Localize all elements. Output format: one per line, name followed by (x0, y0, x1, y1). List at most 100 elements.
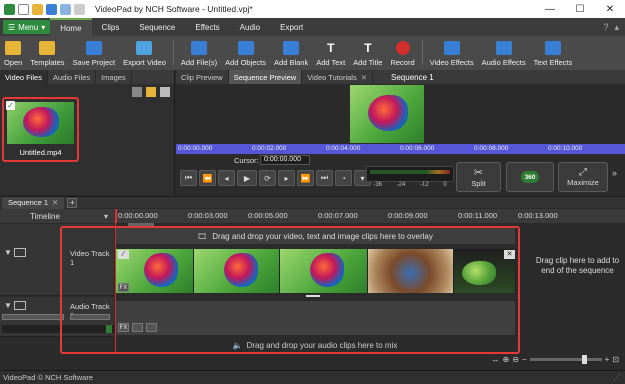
speaker-icon[interactable] (14, 301, 26, 310)
close-button[interactable]: ✕ (595, 0, 625, 18)
step-forward-button[interactable]: ⏩ (297, 170, 314, 186)
add-title-button[interactable]: T Add Title (349, 36, 386, 67)
badge-360-icon: 360 (521, 171, 539, 183)
close-tab-icon[interactable]: ✕ (52, 198, 58, 207)
save-project-button[interactable]: Save Project (69, 36, 120, 67)
redo-icon[interactable] (74, 3, 85, 15)
collapse-track-icon[interactable]: ▼ (4, 301, 12, 310)
playback-speed-button[interactable]: ◔ (335, 170, 352, 186)
fit-icon[interactable]: ↔ (492, 355, 500, 364)
audio-track-lane[interactable] (115, 301, 515, 335)
timeline-dropdown-icon[interactable]: ▾ (104, 212, 108, 221)
go-to-start-button[interactable]: ⏮ (180, 170, 197, 186)
collapse-track-icon[interactable]: ▼ (4, 248, 12, 257)
audio-speaker-badge[interactable] (132, 323, 143, 332)
transition-icon[interactable]: ✕ (504, 250, 515, 259)
pan-slider[interactable] (70, 314, 110, 320)
new-folder-icon[interactable] (146, 87, 156, 97)
bin-view-icon[interactable] (160, 87, 170, 97)
window-title: VideoPad by NCH Software - Untitled.vpj* (95, 4, 253, 14)
delete-icon[interactable] (132, 87, 142, 97)
tab-export[interactable]: Export (270, 18, 313, 36)
help-controls: ? ▴ (603, 22, 625, 33)
templates-button[interactable]: Templates (26, 36, 68, 67)
cursor-time-field[interactable]: 0:00:00.000 (260, 155, 310, 165)
video-visibility-icon[interactable] (14, 248, 26, 257)
ruler-tick: 0:00:00.000 (178, 145, 213, 152)
open-button[interactable]: Open (0, 36, 26, 67)
transition-icon[interactable]: ⁄ (118, 250, 129, 259)
video-effects-button[interactable]: Video Effects (426, 36, 478, 67)
record-button[interactable]: Record (386, 36, 418, 67)
preview-ruler[interactable]: 0:00:00.000 0:00:02.000 0:00:04.000 0:00… (176, 144, 625, 154)
audio-fx-badge[interactable]: FX (118, 323, 129, 332)
overflow-chevron-icon[interactable]: » (612, 168, 617, 178)
save-project-label: Save Project (72, 58, 116, 67)
append-drop-zone[interactable]: Drag clip here to add to end of the sequ… (530, 248, 625, 296)
fullscreen-icon[interactable]: ⊡ (612, 355, 619, 364)
audio-link-badge[interactable] (146, 323, 157, 332)
collapse-ribbon-icon[interactable]: ▴ (614, 22, 619, 33)
overlay-drop-zone[interactable]: 🎞 Drag and drop your video, text and ima… (115, 228, 515, 244)
audio-hint-text: Drag and drop your audio clips here to m… (246, 340, 398, 350)
tab-video-tutorials[interactable]: Video Tutorials ✕ (302, 70, 374, 84)
go-to-end-button[interactable]: ⏭ (316, 170, 333, 186)
media-clip[interactable]: ✓ Untitled.mp4 (2, 97, 79, 162)
zoom-in-icon[interactable]: ⊕ (503, 355, 510, 364)
text-effects-button[interactable]: Text Effects (530, 36, 577, 67)
add-sequence-button[interactable]: + (67, 197, 78, 208)
save-icon[interactable] (46, 3, 57, 15)
tab-sequence-1[interactable]: Sequence 1 ✕ (2, 196, 65, 209)
tab-home[interactable]: Home (50, 18, 92, 36)
timeline-ruler[interactable]: Timeline ▾ 0:00:00.000 0:00:03.000 0:00:… (0, 209, 625, 223)
maximize-button[interactable]: ☐ (565, 0, 595, 18)
add-objects-button[interactable]: Add Objects (221, 36, 270, 67)
split-button[interactable]: ✂ Split (456, 162, 501, 192)
timeline-playhead[interactable] (115, 209, 116, 354)
timeline-zoom-controls: ↔ ⊕ ⊖ − + ⊡ (492, 355, 619, 364)
tab-clips[interactable]: Clips (92, 18, 130, 36)
clip-fx-badge[interactable]: FX (118, 283, 129, 292)
frame-forward-button[interactable]: ▸ (278, 170, 295, 186)
undo-icon[interactable] (60, 3, 71, 15)
audio-effects-button[interactable]: Audio Effects (478, 36, 530, 67)
volume-slider[interactable] (2, 314, 64, 320)
video-clip-segment[interactable] (368, 249, 454, 293)
minimize-button[interactable]: — (535, 0, 565, 18)
add-blank-button[interactable]: Add Blank (270, 36, 312, 67)
tab-audio-files[interactable]: Audio Files (48, 70, 97, 84)
video-clip-segment[interactable] (194, 249, 280, 293)
add-text-button[interactable]: T Add Text (312, 36, 349, 67)
zoom-plus-icon[interactable]: + (605, 355, 610, 364)
help-icon[interactable]: ? (603, 22, 608, 33)
track-resize-handle[interactable] (306, 295, 320, 297)
add-files-button[interactable]: Add File(s) (177, 36, 221, 67)
step-back-button[interactable]: ⏪ (199, 170, 216, 186)
chameleon-image (368, 95, 408, 131)
audio-drop-zone[interactable]: 🔈 Drag and drop your audio clips here to… (115, 338, 515, 352)
new-file-icon[interactable] (18, 3, 29, 15)
video-clip-segment[interactable] (280, 249, 368, 293)
close-tab-icon[interactable]: ✕ (361, 73, 367, 82)
open-folder-icon[interactable] (32, 3, 43, 15)
preview-tabs: Clip Preview Sequence Preview Video Tuto… (176, 70, 625, 84)
maximize-preview-button[interactable]: ⤢ Maximize (558, 162, 608, 192)
timeline-tick: 0:00:11.000 (458, 211, 498, 220)
resize-grip-icon[interactable]: ⋰ (613, 373, 621, 382)
tab-audio[interactable]: Audio (230, 18, 270, 36)
zoom-out-icon[interactable]: ⊖ (512, 355, 519, 364)
tab-video-files[interactable]: Video Files (0, 70, 48, 84)
loop-button[interactable]: ⟳ (259, 170, 276, 186)
play-button[interactable]: ▶ (237, 170, 257, 186)
360-button[interactable]: 360 (506, 162, 554, 192)
menu-button[interactable]: ☰ Menu ▾ (3, 20, 51, 34)
tab-effects[interactable]: Effects (185, 18, 229, 36)
zoom-slider[interactable] (529, 355, 602, 364)
tab-sequence-preview[interactable]: Sequence Preview (228, 70, 303, 84)
tab-images[interactable]: Images (96, 70, 132, 84)
tab-clip-preview[interactable]: Clip Preview (176, 70, 229, 84)
tab-sequence[interactable]: Sequence (129, 18, 185, 36)
export-video-button[interactable]: Export Video (119, 36, 170, 67)
frame-back-button[interactable]: ◂ (218, 170, 235, 186)
zoom-minus-icon[interactable]: − (522, 355, 527, 364)
